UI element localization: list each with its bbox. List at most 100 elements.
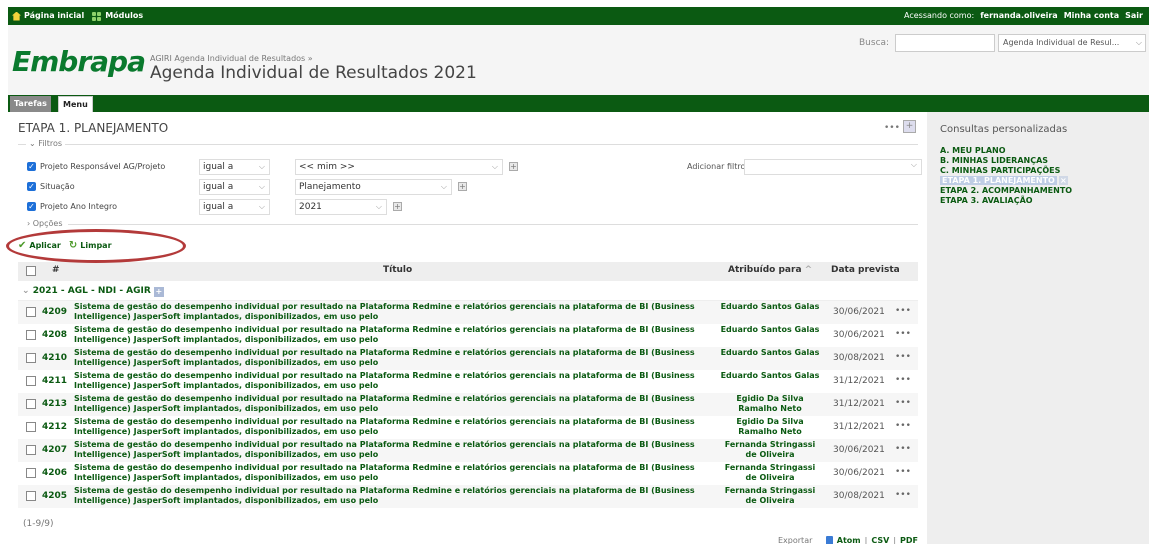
issue-title-link[interactable]: Sistema de gestão do desempenho individu… <box>74 486 714 506</box>
plus-icon[interactable]: + <box>393 202 402 211</box>
group-row[interactable]: ⌄ 2021 - AGL - NDI - AGIR + <box>18 281 918 301</box>
add-filter-select[interactable]: ⌵ <box>744 159 922 175</box>
home-link[interactable]: Página inicial <box>12 7 84 25</box>
row-checkbox[interactable] <box>26 353 36 363</box>
clear-button[interactable]: ↻ Limpar <box>69 240 112 251</box>
row-actions-icon[interactable]: ••• <box>895 352 911 362</box>
row-checkbox[interactable] <box>26 468 36 478</box>
export-csv-link[interactable]: CSV <box>871 536 889 544</box>
issue-id-link[interactable]: 4209 <box>42 307 67 317</box>
issue-title-link[interactable]: Sistema de gestão do desempenho individu… <box>74 394 714 414</box>
sidebar-item-etapa-2[interactable]: ETAPA 2. ACOMPANHAMENTO <box>940 186 1072 196</box>
assignee-link[interactable]: Eduardo Santos Galas <box>718 302 822 312</box>
filters-toggle[interactable]: ⌄ Filtros <box>26 139 66 148</box>
apply-button[interactable]: ✔ Aplicar <box>18 240 61 251</box>
issue-title-link[interactable]: Sistema de gestão do desempenho individu… <box>74 348 714 368</box>
row-actions-icon[interactable]: ••• <box>895 490 911 500</box>
column-header-id[interactable]: # <box>52 265 60 275</box>
plus-icon[interactable]: + <box>509 162 518 171</box>
plus-icon[interactable]: + <box>458 182 467 191</box>
row-actions-icon[interactable]: ••• <box>895 398 911 408</box>
issue-title-link[interactable]: Sistema de gestão do desempenho individu… <box>74 371 714 391</box>
table-row[interactable]: 4211 Sistema de gestão do desempenho indi… <box>18 370 918 393</box>
row-checkbox[interactable] <box>26 422 36 432</box>
issue-title-link[interactable]: Sistema de gestão do desempenho individu… <box>74 440 714 460</box>
sidebar-item-minhas-participacoes[interactable]: C. MINHAS PARTICIPAÇÕES <box>940 166 1072 176</box>
row-checkbox[interactable] <box>26 399 36 409</box>
filter-value-select[interactable]: Planejamento ⌵ <box>295 179 452 195</box>
issue-id-link[interactable]: 4212 <box>42 422 67 432</box>
issue-title-link[interactable]: Sistema de gestão do desempenho individu… <box>74 463 714 483</box>
table-row[interactable]: 4208 Sistema de gestão do desempenho indi… <box>18 324 918 347</box>
search-input[interactable] <box>895 34 995 52</box>
issue-id-link[interactable]: 4207 <box>42 445 67 455</box>
assignee-link[interactable]: Fernanda Stringassi de Oliveira <box>718 486 822 506</box>
row-checkbox[interactable] <box>26 491 36 501</box>
logout-link[interactable]: Sair <box>1125 7 1143 25</box>
filter-checkbox[interactable]: ✓ <box>27 182 36 191</box>
filter-value-select[interactable]: 2021 ⌵ <box>295 199 387 215</box>
row-actions-icon[interactable]: ••• <box>895 421 911 431</box>
table-row[interactable]: 4210 Sistema de gestão do desempenho indi… <box>18 347 918 370</box>
filter-checkbox[interactable]: ✓ <box>27 202 36 211</box>
export-pdf-link[interactable]: PDF <box>900 536 918 544</box>
issue-id-link[interactable]: 4205 <box>42 491 67 501</box>
table-row[interactable]: 4212 Sistema de gestão do desempenho indi… <box>18 416 918 439</box>
issue-id-link[interactable]: 4210 <box>42 353 67 363</box>
row-actions-icon[interactable]: ••• <box>895 375 911 385</box>
filter-operator-select[interactable]: igual a ⌵ <box>199 179 270 195</box>
assignee-link[interactable]: Fernanda Stringassi de Oliveira <box>718 463 822 483</box>
row-actions-icon[interactable]: ••• <box>895 329 911 339</box>
my-account-link[interactable]: Minha conta <box>1064 7 1119 25</box>
project-jump-select[interactable]: Agenda Individual de Resul... ⌵ <box>998 34 1146 52</box>
filter-operator-select[interactable]: igual a ⌵ <box>199 199 270 215</box>
issue-id-link[interactable]: 4213 <box>42 399 67 409</box>
row-checkbox[interactable] <box>26 376 36 386</box>
issue-title-link[interactable]: Sistema de gestão do desempenho individu… <box>74 302 714 322</box>
table-row[interactable]: 4213 Sistema de gestão do desempenho indi… <box>18 393 918 416</box>
assignee-link[interactable]: Eduardo Santos Galas <box>718 325 822 335</box>
user-link[interactable]: fernanda.oliveira <box>980 7 1058 25</box>
row-checkbox[interactable] <box>26 330 36 340</box>
table-row[interactable]: 4209 Sistema de gestão do desempenho indi… <box>18 301 918 324</box>
export-atom-link[interactable]: Atom <box>837 536 861 544</box>
issue-title-link[interactable]: Sistema de gestão do desempenho individu… <box>74 325 714 345</box>
new-issue-icon[interactable]: + <box>903 120 916 133</box>
assignee-link[interactable]: Egidio Da Silva Ramalho Neto <box>718 394 822 414</box>
filter-checkbox[interactable]: ✓ <box>27 162 36 171</box>
issue-id-link[interactable]: 4211 <box>42 376 67 386</box>
select-all-checkbox[interactable] <box>26 266 36 276</box>
table-row[interactable]: 4205 Sistema de gestão do desempenho indi… <box>18 485 918 508</box>
close-icon[interactable]: × <box>1058 176 1068 185</box>
table-row[interactable]: 4207 Sistema de gestão do desempenho indi… <box>18 439 918 462</box>
issue-title-link[interactable]: Sistema de gestão do desempenho individu… <box>74 417 714 437</box>
filter-value-select[interactable]: << mim >> ⌵ <box>295 159 503 175</box>
assignee-link[interactable]: Egidio Da Silva Ramalho Neto <box>718 417 822 437</box>
column-header-date[interactable]: Data prevista <box>831 265 900 275</box>
modules-link[interactable]: Módulos <box>92 7 143 25</box>
row-actions-icon[interactable]: ••• <box>895 467 911 477</box>
filter-operator-select[interactable]: igual a ⌵ <box>199 159 270 175</box>
row-actions-icon[interactable]: ••• <box>895 444 911 454</box>
more-actions-icon[interactable]: ••• <box>884 123 900 133</box>
column-header-assigned[interactable]: Atribuído para ^ <box>728 265 812 275</box>
breadcrumb[interactable]: AGIRI Agenda Individual de Resultados » <box>150 54 313 63</box>
issue-id-link[interactable]: 4206 <box>42 468 67 478</box>
sidebar-item-meu-plano[interactable]: A. MEU PLANO <box>940 146 1072 156</box>
assignee-link[interactable]: Eduardo Santos Galas <box>718 348 822 358</box>
sidebar-item-etapa-1[interactable]: ETAPA 1. PLANEJAMENTO × <box>940 176 1072 186</box>
embrapa-logo[interactable]: Embrapa <box>12 45 146 78</box>
tab-tarefas[interactable]: Tarefas <box>10 96 51 112</box>
options-toggle[interactable]: › Opções <box>27 219 63 228</box>
assignee-link[interactable]: Fernanda Stringassi de Oliveira <box>718 440 822 460</box>
table-row[interactable]: 4206 Sistema de gestão do desempenho indi… <box>18 462 918 485</box>
assignee-link[interactable]: Eduardo Santos Galas <box>718 371 822 381</box>
row-actions-icon[interactable]: ••• <box>895 306 911 316</box>
row-checkbox[interactable] <box>26 445 36 455</box>
sidebar-item-minhas-liderancas[interactable]: B. MINHAS LIDERANÇAS <box>940 156 1072 166</box>
sidebar-item-etapa-3[interactable]: ETAPA 3. AVALIAÇÃO <box>940 196 1072 206</box>
tab-menu[interactable]: Menu <box>58 96 93 112</box>
column-header-title[interactable]: Título <box>383 265 412 275</box>
issue-id-link[interactable]: 4208 <box>42 330 67 340</box>
row-checkbox[interactable] <box>26 307 36 317</box>
